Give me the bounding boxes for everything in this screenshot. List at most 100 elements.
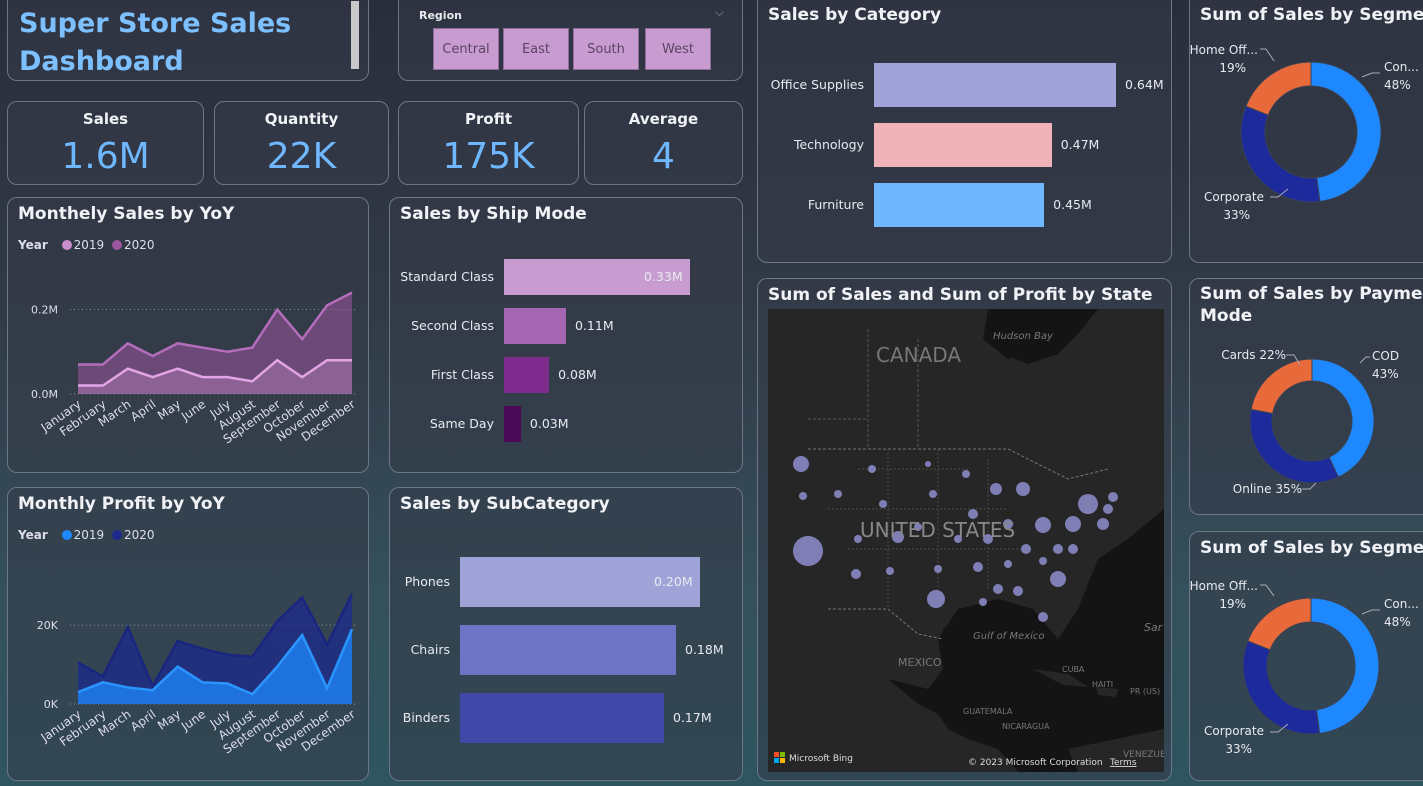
state-bubble[interactable] [993, 584, 1003, 594]
state-bubble[interactable] [834, 490, 842, 498]
slicer-option-west[interactable]: West [645, 28, 711, 70]
state-bubble[interactable] [979, 598, 987, 606]
leader-line [1359, 356, 1370, 364]
slice-label: Cards 22% [1221, 348, 1286, 362]
state-bubble[interactable] [851, 569, 861, 579]
chart-legend: Year 2019 2020 [18, 528, 155, 542]
state-bubble[interactable] [927, 590, 945, 608]
state-bubble[interactable] [1038, 612, 1048, 622]
state-bubble[interactable] [1004, 560, 1012, 568]
kpi-profit-card: Profit 175K [398, 101, 579, 185]
kpi-value: 175K [442, 136, 535, 177]
legend-label: 2019 [73, 528, 105, 542]
donut-slice[interactable] [1310, 61, 1382, 203]
state-bubble[interactable] [1103, 504, 1113, 514]
map-label-nicaragua: NICARAGUA [1002, 722, 1050, 731]
state-bubble[interactable] [990, 483, 1002, 495]
chevron-down-icon[interactable]: ⌵ [715, 5, 724, 20]
state-bubble[interactable] [793, 536, 823, 566]
state-bubble[interactable] [1021, 544, 1031, 554]
slice-percent: 19% [1219, 597, 1246, 611]
bar-category-label: Phones [404, 574, 450, 589]
state-bubble[interactable] [925, 461, 931, 467]
payment-donut-chart[interactable]: COD 43% Online 35% Cards 22% [1190, 333, 1423, 513]
state-bubble[interactable] [973, 562, 983, 572]
bar-category-label: Standard Class [400, 269, 494, 284]
state-bubble[interactable] [1050, 571, 1066, 587]
state-bubble[interactable] [1039, 557, 1047, 565]
bar[interactable] [504, 406, 521, 442]
state-bubble[interactable] [934, 565, 942, 573]
donut-slice[interactable] [1240, 105, 1321, 203]
slicer-option-central[interactable]: Central [433, 28, 499, 70]
region-slicer: Region ⌵ Central East South West [398, 0, 743, 81]
title-scrollbar[interactable] [351, 1, 359, 69]
segment-bottom-card: Sum of Sales by Segment Con... 48% Corpora… [1189, 531, 1423, 781]
y-tick-label: 0.2M [31, 304, 58, 317]
monthly-profit-card: Monthly Profit by YoY Year 2019 2020 0K 2… [7, 487, 369, 781]
state-bubble[interactable] [1108, 492, 1118, 502]
category-chart[interactable]: Office Supplies 0.64M Technology 0.47M Furni… [758, 0, 1173, 264]
donut-slice[interactable] [1250, 358, 1313, 415]
state-bubble[interactable] [879, 500, 887, 508]
monthly-sales-chart[interactable]: 0.0M0.2MJanuaryFebruaryMarchAprilMayJune… [8, 260, 368, 470]
donut-slice[interactable] [1311, 358, 1375, 478]
bar-value-label: 0.11M [575, 318, 614, 333]
bar[interactable] [504, 357, 550, 393]
state-bubble[interactable] [799, 492, 807, 500]
slice-name: Home Off... [1190, 43, 1258, 57]
bar[interactable] [460, 693, 664, 743]
donut-slice[interactable] [1310, 597, 1380, 735]
chart-title: Sum of Sales by Segment [1200, 5, 1423, 25]
map-label-guatemala: GUATEMALA [963, 707, 1013, 716]
donut-slice[interactable] [1242, 640, 1321, 735]
state-bubble[interactable] [886, 567, 894, 575]
state-bubble[interactable] [1016, 482, 1030, 496]
state-bubble[interactable] [1065, 516, 1081, 532]
map-label-gulf: Gulf of Mexico [973, 631, 1044, 642]
donut-slice[interactable] [1245, 61, 1312, 116]
state-bubble[interactable] [1068, 544, 1078, 554]
subcategory-card: Sales by SubCategory Phones 0.20M Chairs 0.… [389, 487, 743, 781]
bar-category-label: Chairs [410, 642, 450, 657]
state-bubble[interactable] [929, 490, 937, 498]
donut-slice[interactable] [1249, 408, 1340, 484]
bar[interactable] [504, 308, 566, 344]
monthly-profit-chart[interactable]: 0K20KJanuaryFebruaryMarchAprilMayJune Jul… [8, 550, 368, 780]
bar[interactable] [460, 625, 676, 675]
legend-dot [111, 530, 122, 540]
donut-slice[interactable] [1247, 597, 1312, 651]
y-tick-label: 20K [37, 619, 59, 632]
state-bubble[interactable] [1078, 494, 1098, 514]
ship-mode-chart[interactable]: Standard Class 0.33M Second Class 0.11M Firs… [390, 198, 744, 474]
x-tick-label: May [155, 707, 183, 733]
state-bubble[interactable] [1053, 544, 1063, 554]
map-label-pr: PR (US) [1130, 687, 1160, 696]
kpi-label: Quantity [264, 110, 339, 128]
legend-label: 2020 [123, 238, 155, 252]
slicer-option-south[interactable]: South [573, 28, 639, 70]
segment-donut-chart[interactable]: Con... 48% Corporate 33% Home Off... 19% [1190, 37, 1423, 257]
x-tick-label: June [178, 397, 208, 424]
state-bubble[interactable] [1013, 586, 1023, 596]
map-terms-link[interactable]: Terms [1109, 758, 1137, 768]
slice-name: COD [1372, 349, 1399, 363]
state-bubble[interactable] [1035, 517, 1051, 533]
y-tick-label: 0K [44, 698, 59, 711]
bar[interactable] [874, 63, 1116, 107]
state-bubble[interactable] [1097, 518, 1109, 530]
slice-percent: 43% [1372, 367, 1399, 381]
bar-category-label: Furniture [807, 197, 864, 212]
bar-category-label: Binders [402, 710, 450, 725]
slicer-option-east[interactable]: East [503, 28, 569, 70]
state-bubble[interactable] [962, 470, 970, 478]
bar[interactable] [874, 123, 1052, 167]
kpi-label: Average [628, 110, 699, 128]
state-bubble[interactable] [793, 456, 809, 472]
bar[interactable] [874, 183, 1045, 227]
subcategory-chart[interactable]: Phones 0.20M Chairs 0.18M Binders 0.17M [390, 488, 744, 782]
map-view[interactable]: CANADA Hudson Bay UNITED STATES MEXICO G… [768, 309, 1164, 772]
legend-title: Year [18, 528, 48, 542]
state-bubble[interactable] [868, 465, 876, 473]
segment-donut-chart[interactable]: Con... 48% Corporate 33% Home Off... 19% [1190, 564, 1423, 779]
